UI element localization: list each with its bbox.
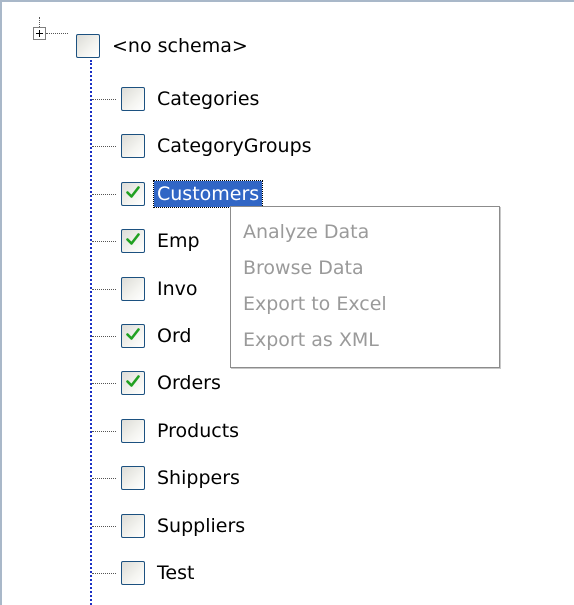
tree-item-checkbox[interactable] — [121, 466, 145, 490]
tree-item-label: Invo — [157, 278, 198, 300]
tree-item-checkbox[interactable] — [121, 134, 145, 158]
menu-item-export-as-xml[interactable]: Export as XML — [231, 322, 499, 358]
tree-connector — [92, 383, 116, 384]
plus-expander-icon[interactable] — [33, 27, 46, 40]
tree-item-categorygroups[interactable]: CategoryGroups — [121, 129, 315, 163]
tree-connector — [92, 431, 116, 432]
tree-item-label: Customers — [152, 180, 264, 208]
tree-item-emp[interactable]: Emp — [121, 224, 203, 258]
checkmark-icon — [126, 233, 140, 245]
tree-item-label: Products — [157, 420, 240, 442]
tree-connector — [46, 33, 68, 34]
tree-connector — [92, 194, 116, 195]
tree-connector — [92, 478, 116, 479]
tree-root-node[interactable]: <no schema> — [76, 29, 251, 63]
tree-connector — [92, 99, 116, 100]
tree-item-label: Test — [157, 562, 195, 584]
menu-item-browse-data[interactable]: Browse Data — [231, 250, 499, 286]
tree-item-invo[interactable]: Invo — [121, 272, 201, 306]
tree-item-checkbox[interactable] — [121, 87, 145, 111]
tree-item-checkbox[interactable] — [121, 182, 145, 206]
tree-connector — [92, 336, 116, 337]
tree-item-products[interactable]: Products — [121, 414, 242, 448]
tree-connector — [92, 573, 116, 574]
tree-item-label: Orders — [157, 372, 221, 394]
tree-item-checkbox[interactable] — [121, 277, 145, 301]
checkmark-icon — [126, 186, 140, 198]
tree-connector — [92, 146, 116, 147]
tree-item-checkbox[interactable] — [121, 371, 145, 395]
tree-item-checkbox[interactable] — [121, 419, 145, 443]
context-menu: Analyze Data Browse Data Export to Excel… — [230, 206, 500, 368]
tree-connector — [92, 241, 116, 242]
tree-item-checkbox[interactable] — [121, 561, 145, 585]
tree-item-label: Shippers — [157, 467, 240, 489]
tree-item-suppliers[interactable]: Suppliers — [121, 509, 248, 543]
menu-item-export-to-excel[interactable]: Export to Excel — [231, 286, 499, 322]
tree-item-test[interactable]: Test — [121, 556, 197, 590]
root-label: <no schema> — [112, 35, 248, 57]
tree-item-label: Ord — [157, 325, 192, 347]
checkmark-icon — [126, 375, 140, 387]
tree-item-categories[interactable]: Categories — [121, 82, 262, 116]
menu-item-analyze-data[interactable]: Analyze Data — [231, 214, 499, 250]
tree-item-orders[interactable]: Orders — [121, 366, 224, 400]
tree-item-shippers[interactable]: Shippers — [121, 461, 243, 495]
tree-connector — [92, 526, 116, 527]
checkmark-icon — [126, 328, 140, 340]
tree-connector — [90, 60, 92, 605]
tree-item-label: Suppliers — [157, 515, 246, 537]
tree-item-ord[interactable]: Ord — [121, 319, 195, 353]
tree-item-checkbox[interactable] — [121, 324, 145, 348]
tree-item-label: CategoryGroups — [157, 135, 312, 157]
tree-item-label: Categories — [157, 88, 260, 110]
tree-connector — [39, 17, 40, 27]
tree-item-checkbox[interactable] — [121, 229, 145, 253]
tree-connector — [92, 289, 116, 290]
tree-item-checkbox[interactable] — [121, 514, 145, 538]
root-checkbox[interactable] — [76, 34, 100, 58]
tree-item-label: Emp — [157, 230, 200, 252]
